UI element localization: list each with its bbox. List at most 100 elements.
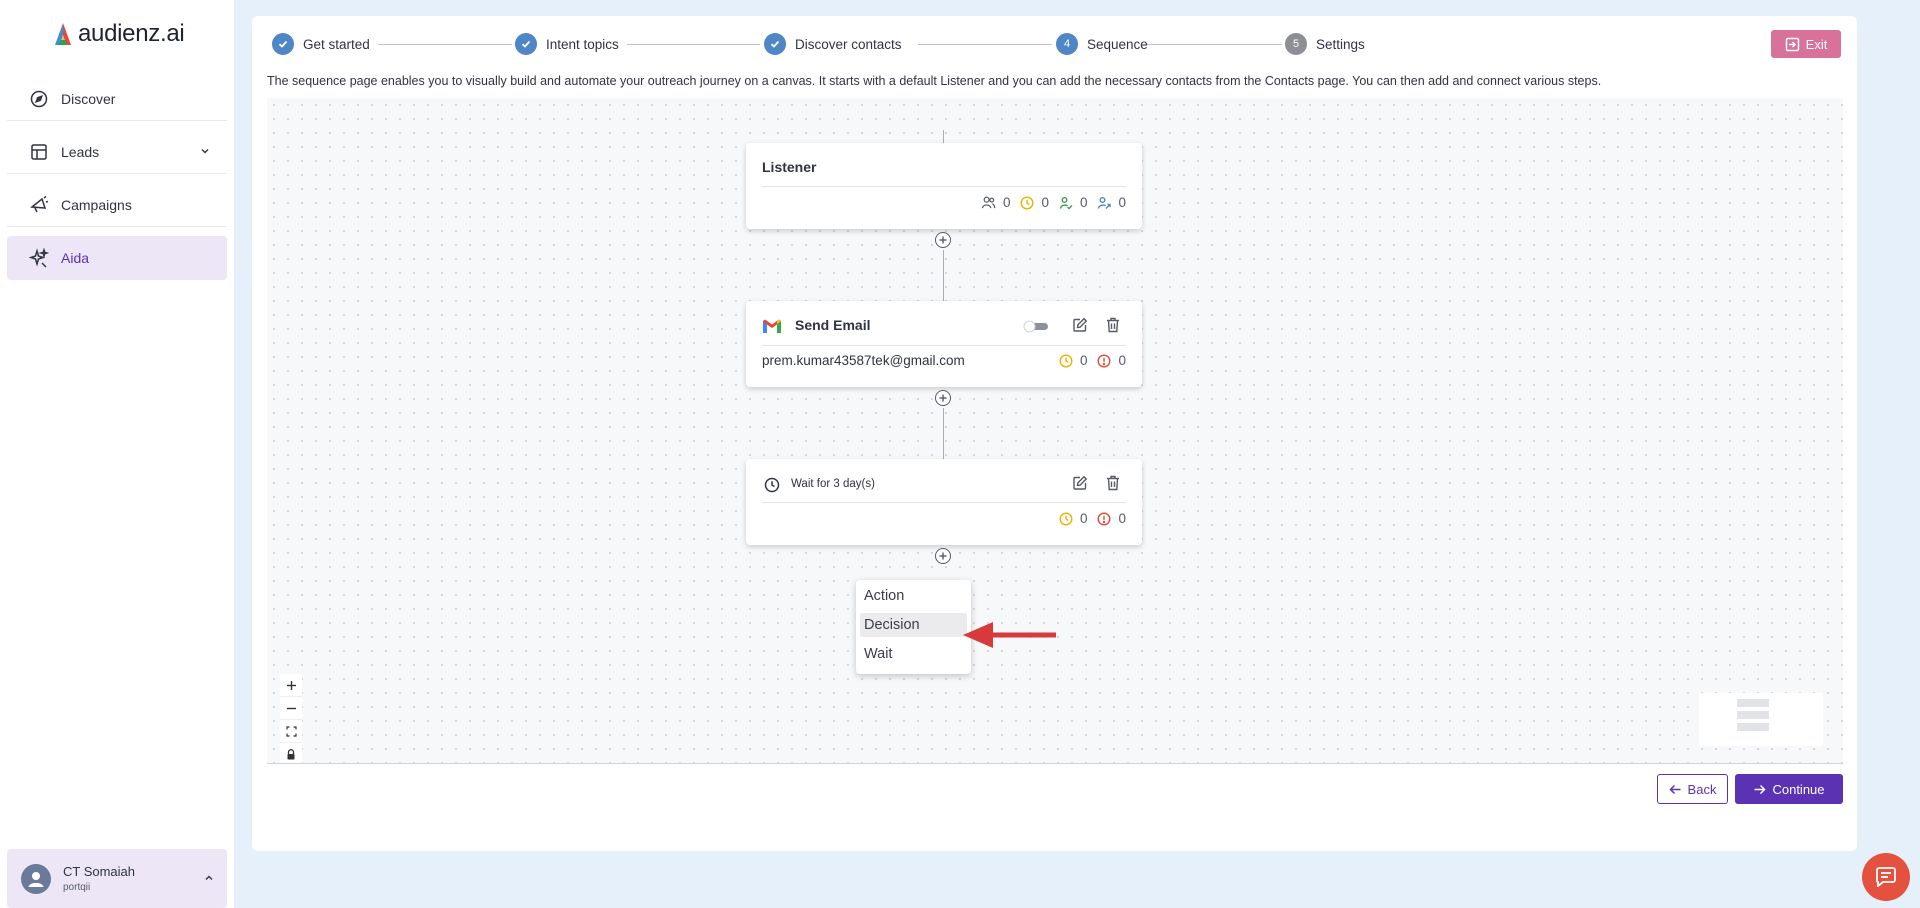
edit-button[interactable]	[1071, 474, 1089, 492]
logo-text: audienz.ai	[78, 20, 185, 47]
fit-view-button[interactable]	[280, 720, 302, 743]
sidebar-item-label: Discover	[61, 90, 116, 107]
chat-button[interactable]	[1862, 853, 1910, 901]
chevron-down-icon[interactable]	[199, 144, 211, 160]
megaphone-icon	[29, 195, 49, 215]
zoom-in-button[interactable]	[280, 674, 302, 697]
enable-toggle[interactable]	[1023, 319, 1049, 333]
node-title: Listener	[762, 159, 817, 175]
step-sequence[interactable]: 4 Sequence	[1056, 33, 1148, 55]
step-label: Get started	[303, 36, 370, 52]
users-icon	[981, 196, 996, 209]
plus-icon	[939, 236, 947, 244]
continue-button[interactable]: Continue	[1735, 774, 1843, 804]
sidebar-item-campaigns[interactable]: Campaigns	[7, 183, 227, 227]
send-email-node[interactable]: Send Email prem.kumar43587tek@gmail.com …	[746, 301, 1142, 387]
chat-icon	[1876, 867, 1896, 887]
add-step-button[interactable]	[935, 548, 951, 564]
add-step-button[interactable]	[935, 390, 951, 406]
plus-icon	[939, 552, 947, 560]
plus-icon	[286, 680, 296, 690]
step-label: Intent topics	[546, 36, 619, 52]
alert-circle-icon	[1097, 353, 1111, 368]
step-connector	[378, 44, 512, 45]
step-connector	[918, 44, 1052, 45]
chevron-up-icon[interactable]	[203, 871, 215, 889]
arrow-left-icon	[1668, 784, 1681, 794]
step-intent-topics[interactable]: Intent topics	[515, 33, 619, 55]
clock-icon	[764, 477, 780, 493]
user-name: CT Somaiah	[63, 864, 136, 879]
user-profile[interactable]: CT Somaiah portqii	[7, 849, 227, 908]
sidebar-item-aida[interactable]: Aida	[7, 236, 227, 280]
sender-email: prem.kumar43587tek@gmail.com	[762, 353, 965, 368]
node-stats: 0 0	[1049, 511, 1126, 526]
step-connector	[1147, 44, 1282, 45]
fit-view-icon	[285, 725, 297, 737]
sidebar: audienz.ai Discover Leads Campaigns Aida…	[0, 0, 234, 908]
sidebar-item-leads[interactable]: Leads	[7, 130, 227, 174]
clock-icon	[1059, 511, 1073, 526]
stat-pending: 0	[1020, 195, 1049, 210]
page-description: The sequence page enables you to visuall…	[267, 74, 1602, 88]
step-number: 5	[1285, 33, 1307, 55]
step-label: Settings	[1316, 36, 1365, 52]
sidebar-nav: Discover Leads Campaigns Aida	[7, 77, 227, 289]
layout-icon	[29, 142, 49, 162]
menu-item-action[interactable]: Action	[860, 584, 967, 608]
stat-errors: 0	[1097, 511, 1126, 526]
exit-icon	[1785, 37, 1799, 51]
node-title: Send Email	[795, 317, 871, 333]
lock-button[interactable]	[280, 743, 302, 763]
step-discover-contacts[interactable]: Discover contacts	[764, 33, 902, 55]
wait-node[interactable]: Wait for 3 day(s) 0 0	[746, 459, 1142, 545]
sidebar-item-discover[interactable]: Discover	[7, 77, 227, 121]
zoom-out-button[interactable]	[280, 697, 302, 720]
menu-item-decision[interactable]: Decision	[860, 613, 967, 637]
user-org: portqii	[63, 882, 91, 893]
trash-icon	[1107, 317, 1119, 333]
avatar	[21, 863, 51, 894]
sidebar-item-label: Aida	[61, 250, 90, 266]
stat-pending: 0	[1059, 511, 1087, 526]
minimap[interactable]	[1699, 693, 1823, 746]
edge	[943, 250, 944, 301]
user-icon	[28, 871, 44, 887]
step-settings[interactable]: 5 Settings	[1285, 33, 1365, 55]
clock-icon	[1059, 353, 1073, 368]
step-number: 4	[1056, 33, 1078, 55]
logo[interactable]: audienz.ai	[52, 20, 185, 48]
edit-icon	[1073, 317, 1088, 332]
check-icon	[764, 33, 786, 55]
gmail-icon	[763, 319, 781, 333]
back-button[interactable]: Back	[1657, 774, 1728, 804]
edge	[943, 408, 944, 459]
node-stats: 0 0 0 0	[971, 195, 1126, 210]
clock-icon	[1020, 195, 1034, 210]
step-get-started[interactable]: Get started	[272, 33, 370, 55]
main-panel: Get started Intent topics Discover conta…	[252, 16, 1857, 851]
edit-button[interactable]	[1071, 316, 1089, 334]
sequence-canvas[interactable]: Listener 0 0 0 0 Send Email prem.kumar43…	[267, 98, 1843, 764]
stat-shared: 0	[1097, 195, 1126, 210]
delete-button[interactable]	[1104, 474, 1122, 492]
exit-button[interactable]: Exit	[1771, 30, 1841, 58]
trash-icon	[1107, 475, 1119, 491]
plus-icon	[939, 394, 947, 402]
minus-icon	[286, 707, 296, 709]
add-step-button[interactable]	[935, 232, 951, 248]
listener-node[interactable]: Listener 0 0 0 0	[746, 143, 1142, 229]
stat-errors: 0	[1097, 353, 1126, 368]
annotation-arrow-icon	[963, 622, 1056, 648]
zoom-controls	[280, 674, 302, 763]
exit-label: Exit	[1805, 36, 1828, 52]
add-step-menu: Action Decision Wait	[856, 580, 971, 674]
menu-item-wait[interactable]: Wait	[860, 642, 967, 666]
edge	[943, 130, 944, 144]
delete-button[interactable]	[1104, 316, 1122, 334]
alert-circle-icon	[1097, 511, 1111, 526]
node-stats: 0 0	[1049, 353, 1126, 368]
check-icon	[272, 33, 294, 55]
edit-icon	[1073, 475, 1088, 490]
lock-icon	[287, 748, 295, 759]
